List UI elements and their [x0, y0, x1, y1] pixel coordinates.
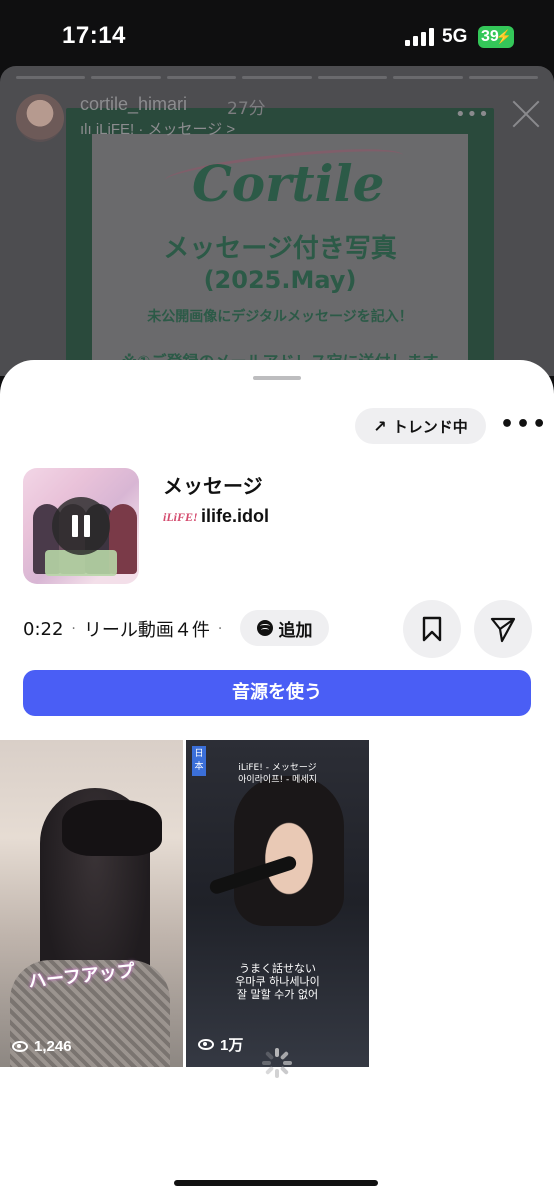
story-background: Cortile メッセージ付き写真 (2025.May) 未公開画像にデジタルメ…	[0, 66, 554, 376]
reel-count: リール動画４件	[83, 620, 210, 641]
story-progress	[16, 76, 538, 79]
audio-meta: 0:22 · リール動画４件 ·	[23, 616, 230, 642]
arrow-up-right-icon: ↗	[373, 416, 387, 436]
home-indicator[interactable]	[174, 1180, 378, 1186]
use-audio-button[interactable]: 音源を使う	[23, 670, 531, 716]
bookmark-icon	[422, 616, 442, 642]
story-poster: Cortile メッセージ付き写真 (2025.May) 未公開画像にデジタルメ…	[66, 108, 494, 376]
spotify-icon	[256, 620, 273, 636]
eye-icon	[198, 1039, 214, 1050]
send-icon	[490, 617, 516, 643]
song-title: メッセージ	[163, 474, 263, 498]
add-label: 追加	[278, 620, 313, 641]
loading-spinner-icon	[262, 1048, 292, 1078]
artist-name[interactable]: ilife.idol	[201, 506, 269, 527]
reel-thumbnail[interactable]: ハーフアップ 1,246	[0, 740, 183, 1067]
pause-button[interactable]	[52, 497, 110, 555]
eye-icon	[12, 1041, 28, 1052]
more-options-icon[interactable]: •••	[500, 412, 548, 437]
poster-note: 未公開画像にデジタルメッセージを記入！	[147, 309, 413, 325]
artist-logo: iLiFE!	[163, 510, 198, 524]
battery-icon: 39 ⚡	[478, 26, 514, 48]
reel-views: 1万	[198, 1034, 243, 1055]
status-bar: 17:14 5G 39 ⚡	[0, 0, 554, 70]
reel-thumbnail[interactable]: 日本 iLiFE! - メッセージ 아이라이프! - 메세지 うまく話せない 우…	[186, 740, 369, 1067]
avatar[interactable]	[16, 94, 64, 142]
story-music-link[interactable]: ılı iLiFE! · メッセージ >	[80, 118, 235, 139]
reel-views: 1,246	[12, 1038, 72, 1055]
poster-title: メッセージ付き写真	[163, 234, 397, 264]
signal-icon	[405, 28, 435, 46]
more-icon[interactable]: •••	[455, 104, 490, 125]
spotify-add-button[interactable]: 追加	[240, 610, 329, 646]
trending-chip[interactable]: ↗ トレンド中	[355, 408, 486, 444]
poster-logo: Cortile	[192, 154, 385, 213]
subtitle-line: 잘 말할 수가 없어	[236, 988, 319, 1001]
story-time: 27分	[227, 99, 266, 119]
subtitle-line: うまく話せない	[239, 962, 316, 975]
trending-label: トレンド中	[392, 417, 468, 436]
close-icon[interactable]	[510, 98, 542, 130]
save-button[interactable]	[403, 600, 461, 658]
subtitle-line: 우마쿠 하나세나이	[235, 975, 320, 988]
reel-view-count: 1,246	[34, 1038, 72, 1055]
poster-date: (2025.May)	[203, 266, 357, 294]
status-time: 17:14	[62, 22, 126, 49]
reel-subtitle: うまく話せない 우마쿠 하나세나이 잘 말할 수가 없어	[186, 962, 369, 1001]
network-label: 5G	[442, 26, 468, 47]
sheet-grabber[interactable]	[253, 376, 301, 380]
story-username[interactable]: cortile_himari	[80, 94, 187, 115]
reel-view-count: 1万	[220, 1037, 244, 1054]
audio-duration: 0:22	[23, 618, 64, 640]
reel-header-sub: 아이라이프! - 메세지	[238, 775, 317, 785]
share-button[interactable]	[474, 600, 532, 658]
